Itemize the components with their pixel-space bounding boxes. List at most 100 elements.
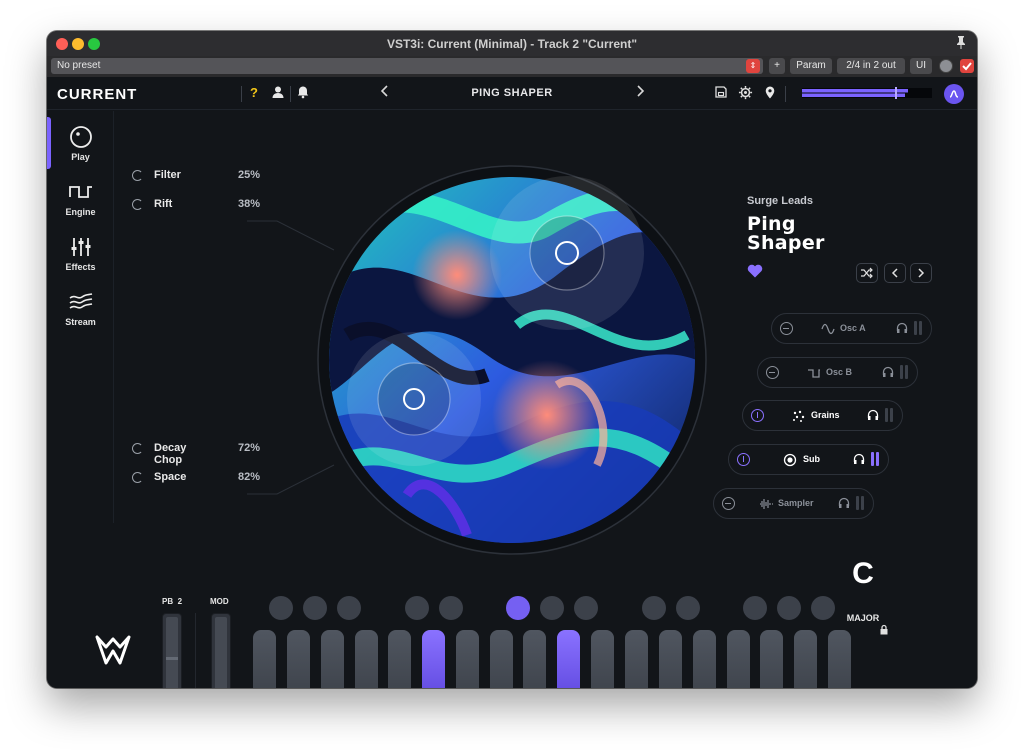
- layer-level-bar[interactable]: [861, 496, 864, 510]
- next-patch-button[interactable]: [910, 263, 932, 283]
- natural-key[interactable]: [828, 630, 851, 688]
- power-toggle-icon[interactable]: [751, 409, 764, 422]
- mod-wheel-label: MOD: [210, 597, 229, 606]
- layer-osc-b[interactable]: Osc B: [757, 357, 918, 388]
- natural-key[interactable]: [456, 630, 479, 688]
- shuffle-button[interactable]: [856, 263, 878, 283]
- natural-key[interactable]: [794, 630, 817, 688]
- app-logo-icon: [95, 635, 131, 665]
- preset-stepper-icon[interactable]: ⇕: [746, 59, 760, 73]
- patch-title-line2: Shaper: [747, 232, 825, 254]
- sharp-key[interactable]: [303, 596, 327, 620]
- power-toggle-icon[interactable]: [766, 366, 779, 379]
- preset-select[interactable]: No preset: [51, 58, 763, 74]
- sharp-key[interactable]: [269, 596, 293, 620]
- enable-checkbox[interactable]: [960, 59, 974, 73]
- natural-key-active[interactable]: [422, 630, 445, 688]
- pitch-bend-wheel[interactable]: [162, 613, 182, 688]
- plugin-main: CURRENT ? PING SHAPER Play Engine Effect…: [47, 77, 977, 688]
- sharp-key[interactable]: [337, 596, 361, 620]
- natural-key-c3[interactable]: C3: [388, 630, 411, 688]
- scale-key-selector[interactable]: C: [845, 557, 881, 591]
- natural-key[interactable]: [287, 630, 310, 688]
- sharp-key[interactable]: [405, 596, 429, 620]
- natural-key[interactable]: [659, 630, 682, 688]
- layer-level-bar[interactable]: [871, 452, 874, 466]
- ui-button[interactable]: UI: [910, 58, 932, 74]
- layer-level-bar[interactable]: [890, 408, 893, 422]
- add-button[interactable]: +: [769, 58, 785, 74]
- natural-key[interactable]: [760, 630, 783, 688]
- wheel-track: [166, 617, 178, 688]
- prev-patch-button[interactable]: [884, 263, 906, 283]
- patch-info: Surge Leads Ping Shaper: [747, 195, 947, 253]
- natural-key[interactable]: [523, 630, 546, 688]
- natural-key[interactable]: [253, 630, 276, 688]
- headphones-icon[interactable]: [853, 453, 865, 465]
- scale-mode-selector[interactable]: MAJOR: [842, 613, 884, 623]
- layer-sub[interactable]: Sub: [728, 444, 889, 475]
- sharp-key[interactable]: [540, 596, 564, 620]
- layer-name: Sub: [803, 454, 820, 464]
- natural-key-c4[interactable]: C4: [625, 630, 648, 688]
- headphones-icon[interactable]: [867, 409, 879, 421]
- window-title: VST3i: Current (Minimal) - Track 2 "Curr…: [386, 37, 638, 51]
- lock-icon[interactable]: [879, 624, 889, 635]
- sharp-key[interactable]: [743, 596, 767, 620]
- host-bar: No preset ⇕ + Param 2/4 in 2 out UI: [47, 56, 977, 77]
- layer-level-bar[interactable]: [919, 321, 922, 335]
- layer-name: Grains: [811, 410, 840, 420]
- layer-name: Osc B: [826, 367, 853, 377]
- layer-level-bar[interactable]: [856, 496, 859, 510]
- layer-grains[interactable]: Grains: [742, 400, 903, 431]
- natural-key[interactable]: [355, 630, 378, 688]
- power-toggle-icon[interactable]: [722, 497, 735, 510]
- layer-level-bar[interactable]: [905, 365, 908, 379]
- sub-icon: [783, 453, 797, 467]
- pin-icon[interactable]: [955, 35, 967, 52]
- natural-key[interactable]: [591, 630, 614, 688]
- pitch-bend-label: PB 2: [162, 597, 182, 606]
- natural-key[interactable]: [321, 630, 344, 688]
- power-toggle-icon[interactable]: [780, 322, 793, 335]
- divider: [195, 613, 196, 688]
- xy-pad-artwork[interactable]: [317, 165, 707, 555]
- layer-level-bar[interactable]: [914, 321, 917, 335]
- sharp-key[interactable]: [676, 596, 700, 620]
- wheel-center-mark: [166, 657, 178, 660]
- layer-level-bar[interactable]: [900, 365, 903, 379]
- headphones-icon[interactable]: [896, 322, 908, 334]
- sharp-key[interactable]: [777, 596, 801, 620]
- natural-key[interactable]: [727, 630, 750, 688]
- title-bar: VST3i: Current (Minimal) - Track 2 "Curr…: [47, 31, 977, 56]
- sharp-key[interactable]: [811, 596, 835, 620]
- natural-key-active[interactable]: [557, 630, 580, 688]
- sharp-key[interactable]: [439, 596, 463, 620]
- shuffle-icon: [861, 267, 873, 279]
- headphones-icon[interactable]: [838, 497, 850, 509]
- io-button[interactable]: 2/4 in 2 out: [837, 58, 905, 74]
- sharp-key[interactable]: [574, 596, 598, 620]
- wet-knob-icon[interactable]: [939, 59, 953, 73]
- performance-area: PB 2 MOD: [47, 523, 977, 688]
- natural-key[interactable]: [693, 630, 716, 688]
- layer-sampler[interactable]: Sampler: [713, 488, 874, 519]
- pitch-bend-label-text: PB: [162, 597, 174, 606]
- sharp-key-active[interactable]: [506, 596, 530, 620]
- headphones-icon[interactable]: [882, 366, 894, 378]
- param-button[interactable]: Param: [790, 58, 832, 74]
- layer-level-bar[interactable]: [876, 452, 879, 466]
- natural-key[interactable]: [490, 630, 513, 688]
- pitch-bend-range[interactable]: 2: [178, 597, 182, 606]
- chevron-left-icon: [891, 268, 898, 278]
- layer-level-bar[interactable]: [885, 408, 888, 422]
- patch-category: Surge Leads: [747, 195, 814, 207]
- square-wave-icon: [808, 369, 820, 378]
- layer-osc-a[interactable]: Osc A: [771, 313, 932, 344]
- power-toggle-icon[interactable]: [737, 453, 750, 466]
- mod-wheel[interactable]: [211, 613, 231, 688]
- layer-name: Sampler: [778, 498, 814, 508]
- layer-name: Osc A: [840, 323, 866, 333]
- favorite-heart-icon[interactable]: [747, 264, 763, 283]
- sharp-key[interactable]: [642, 596, 666, 620]
